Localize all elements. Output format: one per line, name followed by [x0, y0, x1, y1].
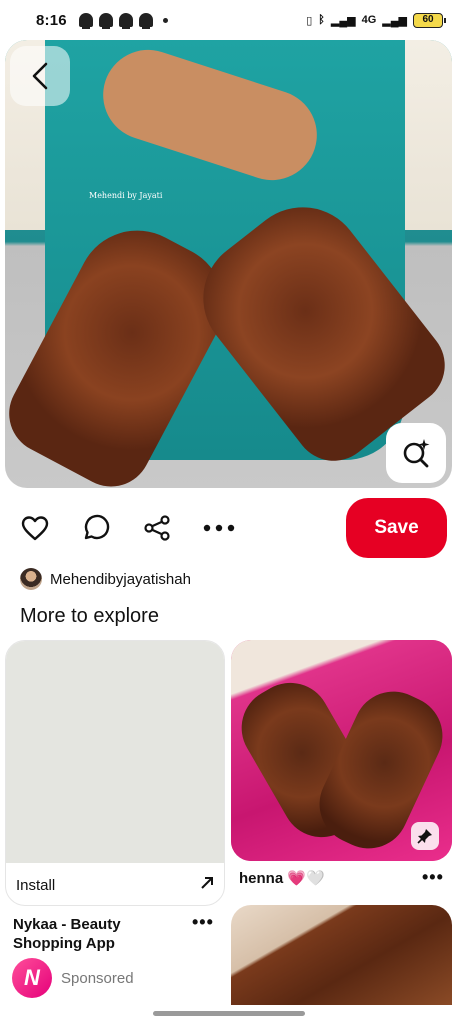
creator-name[interactable]: Mehendibyjayatishah: [50, 571, 191, 588]
signal-icon: ▂▄▆: [330, 14, 356, 27]
snapchat-icon: [78, 13, 93, 29]
visual-search-button[interactable]: [386, 423, 446, 483]
bluetooth-icon: ᛒ: [318, 14, 325, 26]
network-type: 4G: [361, 14, 377, 26]
pin-badge: [411, 822, 439, 850]
notification-icons: [78, 13, 168, 29]
comment-button[interactable]: [80, 512, 112, 544]
creator-avatar[interactable]: [20, 568, 42, 590]
save-button[interactable]: Save: [346, 498, 447, 558]
pin-image[interactable]: Mehendi by Jayati: [5, 40, 452, 488]
arrow-up-right-icon: [200, 876, 214, 895]
pushpin-icon: [417, 829, 432, 844]
back-button[interactable]: [10, 46, 70, 106]
comment-icon: [84, 514, 110, 540]
sponsored-label: Sponsored: [61, 970, 134, 987]
like-button[interactable]: [19, 512, 51, 544]
status-right: ▯ ᛒ ▂▄▆ 4G ▂▄▆ 60: [306, 12, 446, 28]
snapchat-icon: [118, 13, 133, 29]
pin-more-button[interactable]: •••: [422, 867, 444, 888]
pin-card[interactable]: [231, 905, 452, 1005]
pin-title[interactable]: henna 💗🤍: [239, 869, 325, 887]
image-watermark: Mehendi by Jayati: [89, 191, 163, 200]
share-icon: [144, 515, 170, 541]
install-label: Install: [16, 876, 56, 894]
ad-title[interactable]: Nykaa - Beauty Shopping App: [13, 915, 183, 953]
ad-image[interactable]: [6, 641, 224, 863]
section-title: More to explore: [20, 605, 159, 627]
sponsored-pin-card[interactable]: Install: [5, 640, 225, 906]
status-time: 8:16: [36, 11, 67, 29]
signal-icon: ▂▄▆: [382, 14, 407, 27]
install-button[interactable]: Install: [6, 863, 224, 905]
home-indicator[interactable]: [153, 1011, 305, 1016]
more-horizontal-icon: [203, 524, 235, 532]
snapchat-icon: [98, 13, 113, 29]
snapchat-icon: [138, 13, 153, 29]
creator-row[interactable]: Mehendibyjayatishah: [20, 567, 191, 591]
heart-icon: [21, 516, 49, 541]
more-options-button[interactable]: [202, 512, 236, 544]
share-button[interactable]: [141, 512, 173, 544]
more-notifications-icon: [162, 17, 168, 23]
chevron-left-icon: [32, 62, 48, 90]
status-bar: 8:16 ▯ ᛒ ▂▄▆ 4G ▂▄▆ 60: [0, 0, 457, 40]
vibrate-icon: ▯: [306, 14, 313, 27]
lens-search-icon: [403, 439, 430, 468]
advertiser-logo[interactable]: N: [12, 958, 52, 998]
ad-more-button[interactable]: •••: [192, 912, 214, 933]
battery-icon: 60: [413, 12, 446, 28]
